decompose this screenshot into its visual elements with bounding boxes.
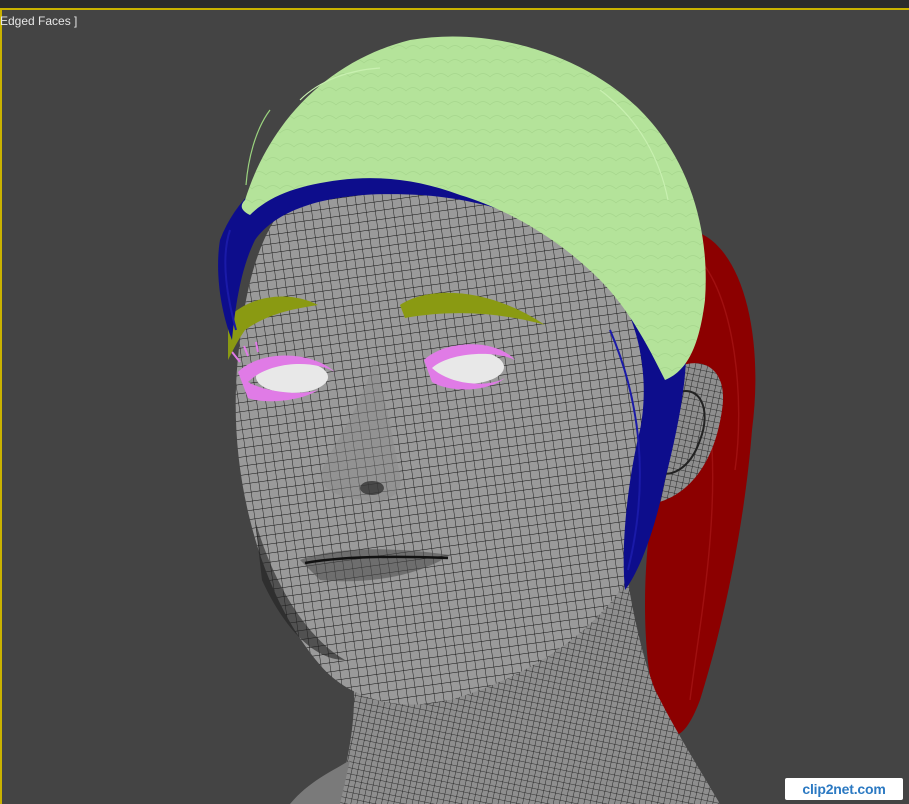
viewport-top-bar xyxy=(0,0,909,10)
viewport-active-border xyxy=(0,10,2,804)
viewport[interactable]: Edged Faces ] clip2net.com xyxy=(0,0,909,804)
3d-scene[interactable] xyxy=(0,0,909,804)
watermark-text: clip2net.com xyxy=(802,781,886,797)
watermark-badge: clip2net.com xyxy=(785,778,903,800)
viewport-shading-label[interactable]: Edged Faces ] xyxy=(0,14,77,28)
